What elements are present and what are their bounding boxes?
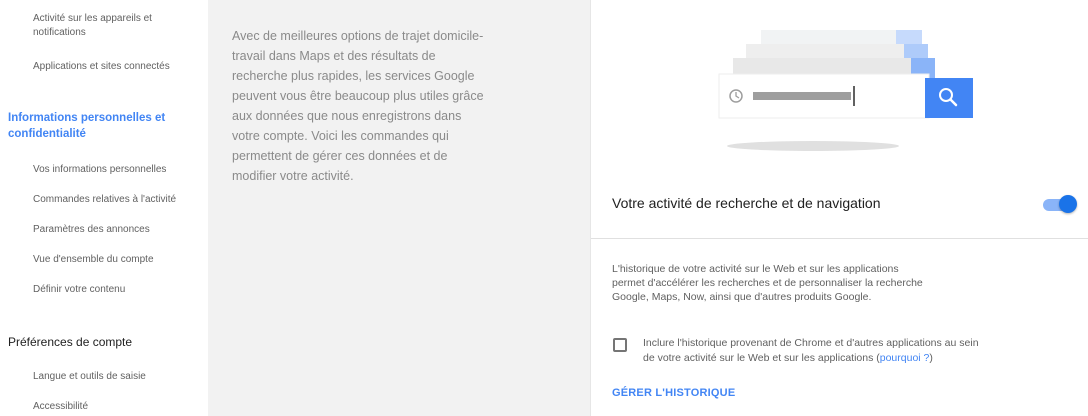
- intro-line: recherche plus rapides, les services Goo…: [232, 69, 475, 83]
- search-activity-toggle[interactable]: [1041, 195, 1077, 213]
- sidebar-section-preferences[interactable]: Préférences de compte: [8, 334, 132, 350]
- intro-line: aux données que nous enregistrons dans: [232, 109, 462, 123]
- manage-history-link[interactable]: GÉRER L'HISTORIQUE: [612, 387, 735, 399]
- sidebar: Activité sur les appareils et notificati…: [0, 0, 208, 416]
- checkbox-label-text: de votre activité sur le Web et sur les …: [643, 352, 880, 364]
- include-chrome-history-label: Inclure l'historique provenant de Chrome…: [643, 336, 1063, 366]
- checkbox-label-end: ): [929, 352, 933, 364]
- search-activity-card: Votre activité de recherche et de naviga…: [590, 0, 1088, 416]
- include-chrome-history-checkbox[interactable]: [613, 338, 627, 352]
- card-title: Votre activité de recherche et de naviga…: [612, 195, 881, 211]
- search-illustration: [718, 30, 973, 151]
- info-line: L'historique de votre activité sur le We…: [612, 263, 899, 275]
- intro-description: Avec de meilleures options de trajet dom…: [232, 26, 562, 186]
- card-divider: [591, 238, 1088, 239]
- intro-line: modifier votre activité.: [232, 169, 354, 183]
- sidebar-item-label: Activité sur les appareils et: [33, 13, 152, 24]
- sidebar-section-label: Informations personnelles et: [8, 112, 166, 124]
- sidebar-item-device-activity[interactable]: Activité sur les appareils et notificati…: [33, 12, 152, 40]
- sidebar-item-ad-settings[interactable]: Paramètres des annonces: [33, 223, 150, 237]
- sidebar-section-privacy[interactable]: Informations personnelles et confidentia…: [8, 110, 165, 142]
- info-line: permet d'accélérer les recherches et de …: [612, 277, 923, 289]
- checkbox-label-line: de votre activité sur le Web et sur les …: [643, 351, 1063, 366]
- intro-line: votre compte. Voici les commandes qui: [232, 129, 449, 143]
- intro-line: travail dans Maps et des résultats de: [232, 49, 436, 63]
- intro-line: permettent de gérer ces données et de: [232, 149, 448, 163]
- sidebar-section-label: confidentialité: [8, 128, 86, 140]
- intro-line: peuvent vous être beaucoup plus utiles g…: [232, 89, 484, 103]
- sidebar-item-activity-controls[interactable]: Commandes relatives à l'activité: [33, 193, 176, 207]
- sidebar-item-label: notifications: [33, 27, 86, 38]
- sidebar-item-language[interactable]: Langue et outils de saisie: [33, 370, 146, 384]
- sidebar-item-personal-info[interactable]: Vos informations personnelles: [33, 163, 166, 177]
- sidebar-item-accessibility[interactable]: Accessibilité: [33, 400, 88, 414]
- intro-line: Avec de meilleures options de trajet dom…: [232, 29, 484, 43]
- sidebar-item-connected-apps[interactable]: Applications et sites connectés: [33, 60, 170, 74]
- toggle-knob: [1059, 195, 1077, 213]
- history-info: L'historique de votre activité sur le We…: [612, 262, 992, 304]
- checkbox-label-line: Inclure l'historique provenant de Chrome…: [643, 337, 979, 349]
- info-line: Google, Maps, Now, ainsi que d'autres pr…: [612, 291, 872, 303]
- why-link[interactable]: pourquoi ?: [880, 352, 930, 364]
- sidebar-item-account-overview[interactable]: Vue d'ensemble du compte: [33, 253, 154, 267]
- sidebar-item-define-content[interactable]: Définir votre contenu: [33, 283, 125, 297]
